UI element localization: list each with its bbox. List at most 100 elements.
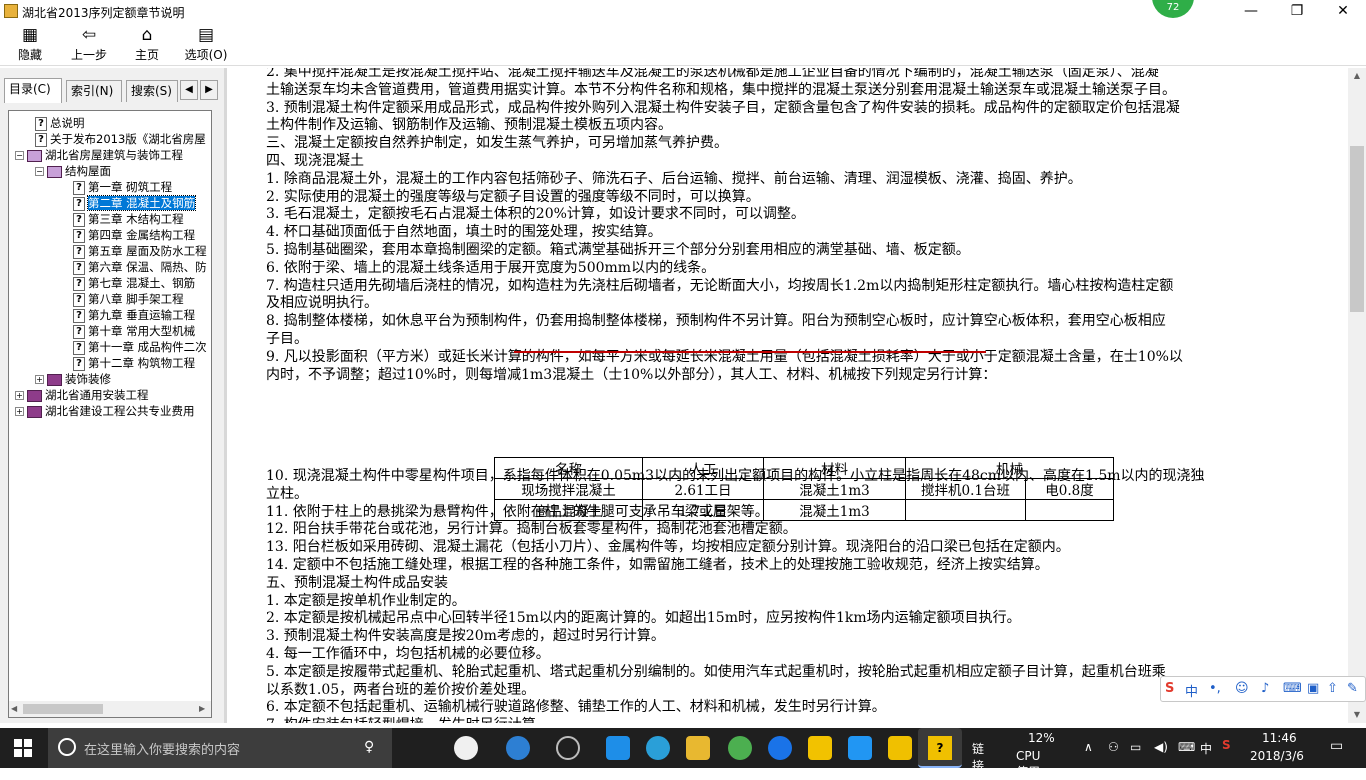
table-header-cell: 人工: [642, 457, 764, 479]
network-icon[interactable]: ▭: [1130, 740, 1141, 754]
edge-browser-icon[interactable]: [606, 736, 630, 760]
tree-item[interactable]: + 湖北省建设工程公共专业费用: [15, 403, 195, 419]
tab-scroll-left-icon[interactable]: ◀: [180, 80, 198, 100]
text-line: 土输送泵车均未含管道费用，管道费用据实计算。本节不分构件名称和规格，集中搅拌的混…: [266, 81, 1176, 98]
table-cell: 混凝土1m3: [763, 478, 906, 500]
expand-icon[interactable]: +: [15, 407, 24, 416]
punctuation-icon[interactable]: •,: [1209, 681, 1221, 696]
volume-icon[interactable]: ◀): [1154, 740, 1168, 754]
tree-item[interactable]: ? 第十一章 成品构件二次: [73, 339, 207, 355]
puzzle-app-icon[interactable]: [848, 736, 872, 760]
hide-button[interactable]: ▦ 隐藏: [12, 24, 48, 64]
tree-item[interactable]: − 湖北省房屋建筑与装饰工程: [15, 147, 183, 163]
tray-link[interactable]: 链接: [972, 740, 984, 774]
tree-item[interactable]: + 装饰装修: [35, 371, 111, 387]
settings-icon[interactable]: ✎: [1347, 681, 1358, 696]
back-arrow-icon: ⇦: [81, 25, 97, 45]
tree-item[interactable]: − 结构屋面: [35, 163, 111, 179]
expand-icon[interactable]: +: [35, 375, 44, 384]
tree-item-label: 第十一章 成品构件二次: [88, 340, 207, 354]
keyboard-icon[interactable]: ⌨: [1178, 740, 1195, 754]
sogou-tray-icon[interactable]: S: [1222, 738, 1231, 752]
collapse-icon[interactable]: −: [35, 167, 44, 176]
maximize-icon[interactable]: ❐: [1274, 0, 1320, 22]
360-app-icon[interactable]: [728, 736, 752, 760]
taskbar-search[interactable]: 在这里输入你要搜索的内容 ♀: [48, 728, 392, 768]
options-button[interactable]: ▤ 选项(O): [182, 24, 230, 64]
tab-search[interactable]: 搜索(S): [126, 80, 178, 102]
pinwheel-app-icon[interactable]: [454, 736, 478, 760]
home-button[interactable]: ⌂ 主页: [130, 24, 164, 64]
contents-tree: ? 总说明 ? 关于发布2013版《湖北省房屋 − 湖北省房屋建筑与装饰工程 − 结构屋…: [8, 110, 212, 718]
language-indicator[interactable]: 中: [1200, 740, 1212, 757]
chevron-up-icon[interactable]: ∧: [1084, 740, 1093, 754]
clock-date[interactable]: 2018/3/6: [1250, 749, 1304, 763]
notes-app-icon[interactable]: [808, 736, 832, 760]
tree-item[interactable]: ? 总说明: [35, 115, 85, 131]
tab-scroll-right-icon[interactable]: ▶: [200, 80, 218, 100]
scroll-down-icon[interactable]: ▼: [1348, 707, 1366, 723]
help-app-icon[interactable]: [888, 736, 912, 760]
ime-toolbar[interactable]: S 中 •, ☺ ♪ ⌨ ▣ ⇧ ✎: [1160, 676, 1366, 702]
clock-time[interactable]: 11:46: [1262, 731, 1297, 745]
tree-item[interactable]: ? 第五章 屋面及防水工程: [73, 243, 207, 259]
skin-icon[interactable]: ▣: [1307, 681, 1319, 696]
tree-item[interactable]: + 湖北省通用安装工程: [15, 387, 149, 403]
content-vertical-scrollbar[interactable]: ▲ ▼: [1348, 68, 1366, 723]
tree-item[interactable]: ? 第一章 砌筑工程: [73, 179, 172, 195]
book-icon: [47, 373, 62, 386]
tree-item[interactable]: ? 第七章 混凝土、钢筋: [73, 275, 195, 291]
notification-badge[interactable]: 72: [1152, 0, 1194, 18]
expand-icon[interactable]: +: [15, 391, 24, 400]
help-topic-icon: ?: [73, 260, 85, 275]
tree-item[interactable]: ? 第九章 垂直运输工程: [73, 307, 195, 323]
tree-item[interactable]: ? 第十章 常用大型机械: [73, 323, 195, 339]
tree-item[interactable]: ? 第六章 保温、隔热、防: [73, 259, 207, 275]
close-icon[interactable]: ✕: [1320, 0, 1366, 22]
text-line: 四、现浇混凝土: [266, 153, 364, 169]
scroll-left-icon[interactable]: ◀: [11, 704, 17, 713]
google-app-icon[interactable]: [768, 736, 792, 760]
back-button[interactable]: ⇦ 上一步: [68, 24, 110, 64]
tab-index[interactable]: 索引(N): [66, 80, 122, 102]
minimize-icon[interactable]: —: [1228, 0, 1274, 22]
tab-contents[interactable]: 目录(C): [4, 78, 62, 103]
table-cell: [905, 499, 1026, 521]
pane-splitter[interactable]: [224, 68, 227, 723]
document-content: 2. 集中搅拌混凝土是按混凝土搅拌站、混凝土搅拌输送车及混凝土的泵送机械都是施工…: [228, 68, 1348, 723]
people-icon[interactable]: ⚇: [1108, 740, 1119, 754]
ie-browser-icon[interactable]: [506, 736, 530, 760]
tree-item[interactable]: ? 第八章 脚手架工程: [73, 291, 184, 307]
table-cell: [1025, 499, 1114, 521]
title-bar: 湖北省2013序列定额章节说明 72 — ❐ ✕: [0, 0, 1366, 22]
active-help-window-icon[interactable]: ?: [918, 728, 962, 768]
tree-item[interactable]: ? 第十二章 构筑物工程: [73, 355, 195, 371]
file-explorer-icon[interactable]: [686, 736, 710, 760]
scroll-right-icon[interactable]: ▶: [199, 704, 205, 713]
windows-start-icon[interactable]: [14, 739, 32, 757]
keyboard-icon[interactable]: ⌨: [1283, 681, 1302, 696]
microphone-icon[interactable]: ♀: [364, 739, 374, 755]
tree-item-label: 结构屋面: [65, 164, 111, 178]
tree-item[interactable]: ? 关于发布2013版《湖北省房屋: [35, 131, 206, 147]
voice-icon[interactable]: ♪: [1261, 681, 1269, 696]
collapse-icon[interactable]: −: [15, 151, 24, 160]
text-line: 以系数1.05，两者台班的差价按价差处理。: [266, 681, 536, 698]
scroll-up-icon[interactable]: ▲: [1348, 68, 1366, 84]
toolbox-icon[interactable]: ⇧: [1327, 681, 1338, 696]
notification-icon[interactable]: ▭: [1330, 738, 1343, 754]
ie-icon[interactable]: [646, 736, 670, 760]
scrollbar-thumb[interactable]: [23, 704, 103, 714]
tree-item[interactable]: ? 第四章 金属结构工程: [73, 227, 195, 243]
tree-horizontal-scrollbar[interactable]: ◀ ▶: [9, 701, 211, 717]
tree-item[interactable]: ? 第三章 木结构工程: [73, 211, 184, 227]
tree-item-label: 装饰装修: [65, 372, 111, 386]
table-cell: 混凝土1m3: [763, 499, 906, 521]
ime-mode[interactable]: 中: [1185, 681, 1198, 700]
table-header-cell: 名称: [494, 457, 643, 479]
tree-item-selected[interactable]: ? 第二章 混凝土及钢筋: [73, 195, 197, 211]
scrollbar-thumb[interactable]: [1350, 146, 1364, 312]
sogou-browser-icon[interactable]: [556, 736, 580, 760]
text-line: 及相应说明执行。: [266, 295, 378, 312]
emoji-icon[interactable]: ☺: [1235, 681, 1249, 696]
